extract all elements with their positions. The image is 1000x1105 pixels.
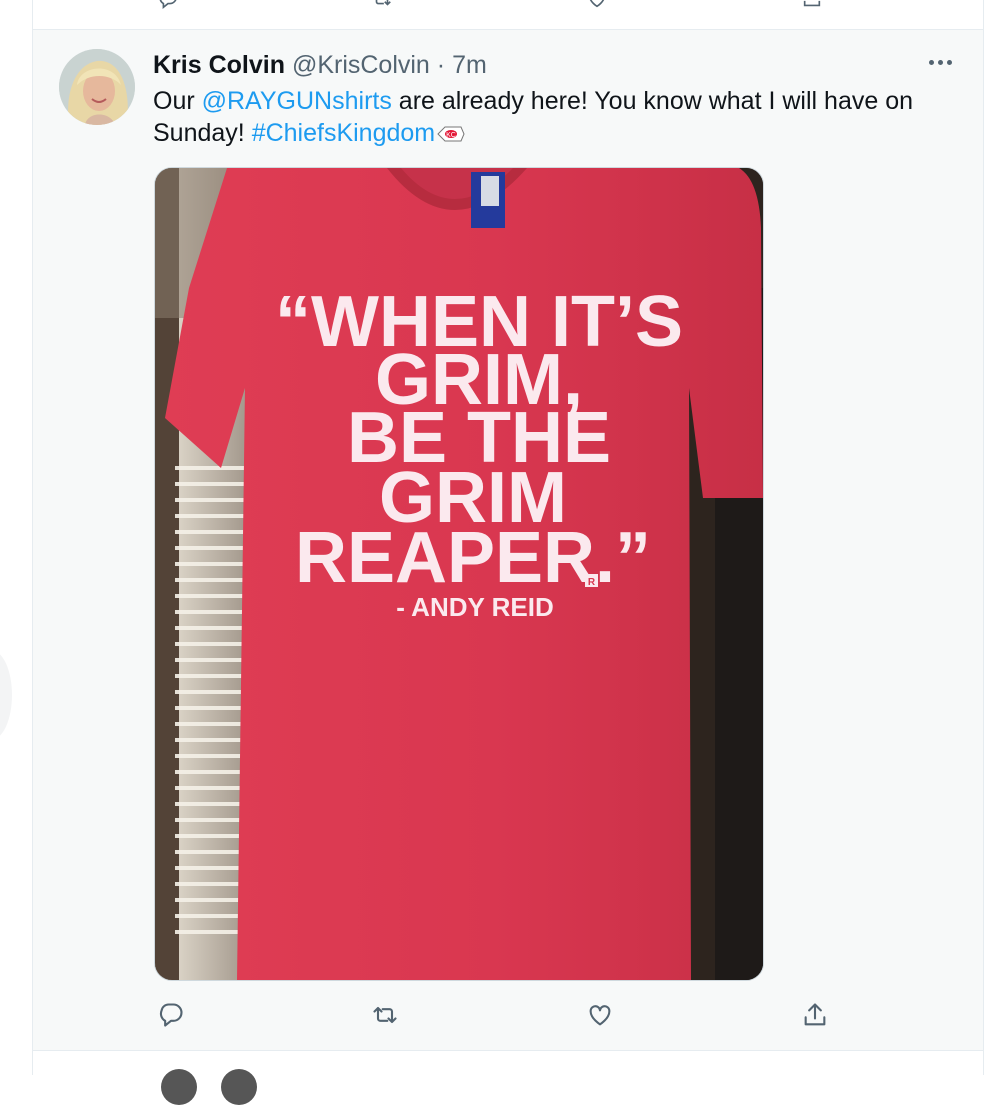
more-dot-icon <box>947 60 952 66</box>
avatar[interactable] <box>221 1069 257 1105</box>
mention-link[interactable]: @RAYGUNshirts <box>202 87 392 115</box>
like-icon[interactable] <box>586 0 608 10</box>
previous-tweet-actions <box>33 0 983 30</box>
tweet-actions <box>154 998 874 1034</box>
reply-icon[interactable] <box>157 0 179 10</box>
like-icon[interactable] <box>583 998 617 1032</box>
more-options-button[interactable] <box>927 54 957 74</box>
chiefs-arrowhead-emoji-icon: KC <box>437 119 465 142</box>
retweet-icon[interactable] <box>371 0 393 10</box>
more-dot-icon <box>938 60 943 66</box>
display-name[interactable]: Kris Colvin <box>153 51 285 79</box>
timestamp[interactable]: 7m <box>452 51 487 79</box>
reply-icon[interactable] <box>154 998 188 1032</box>
avatar[interactable] <box>59 49 135 125</box>
retweet-icon[interactable] <box>368 998 402 1032</box>
share-icon[interactable] <box>798 998 832 1032</box>
tweet-text-part: Our <box>153 87 202 115</box>
tweet-photo[interactable]: “WHEN IT’S GRIM, BE THE GRIM REAPER.” - … <box>154 167 764 981</box>
timeline-border-right <box>983 0 984 1075</box>
tweet-text: Our @RAYGUNshirts are already here! You … <box>153 85 913 149</box>
avatar[interactable] <box>161 1069 197 1105</box>
hashtag-link[interactable]: #ChiefsKingdom <box>252 119 435 147</box>
brand-logo-mark: R <box>588 577 596 588</box>
more-dot-icon <box>929 60 934 66</box>
next-tweet-partial[interactable] <box>33 1051 983 1105</box>
share-icon[interactable] <box>801 0 823 10</box>
separator-dot: · <box>436 51 446 79</box>
tweet-header: Kris Colvin @KrisColvin · 7m <box>153 50 487 80</box>
handle[interactable]: @KrisColvin <box>292 51 430 79</box>
page-edge-shadow <box>0 650 12 740</box>
svg-text:KC: KC <box>446 132 456 139</box>
shirt-attribution: - ANDY REID <box>396 592 553 622</box>
tweet[interactable]: Kris Colvin @KrisColvin · 7m Our @RAYGUN… <box>33 30 983 1051</box>
